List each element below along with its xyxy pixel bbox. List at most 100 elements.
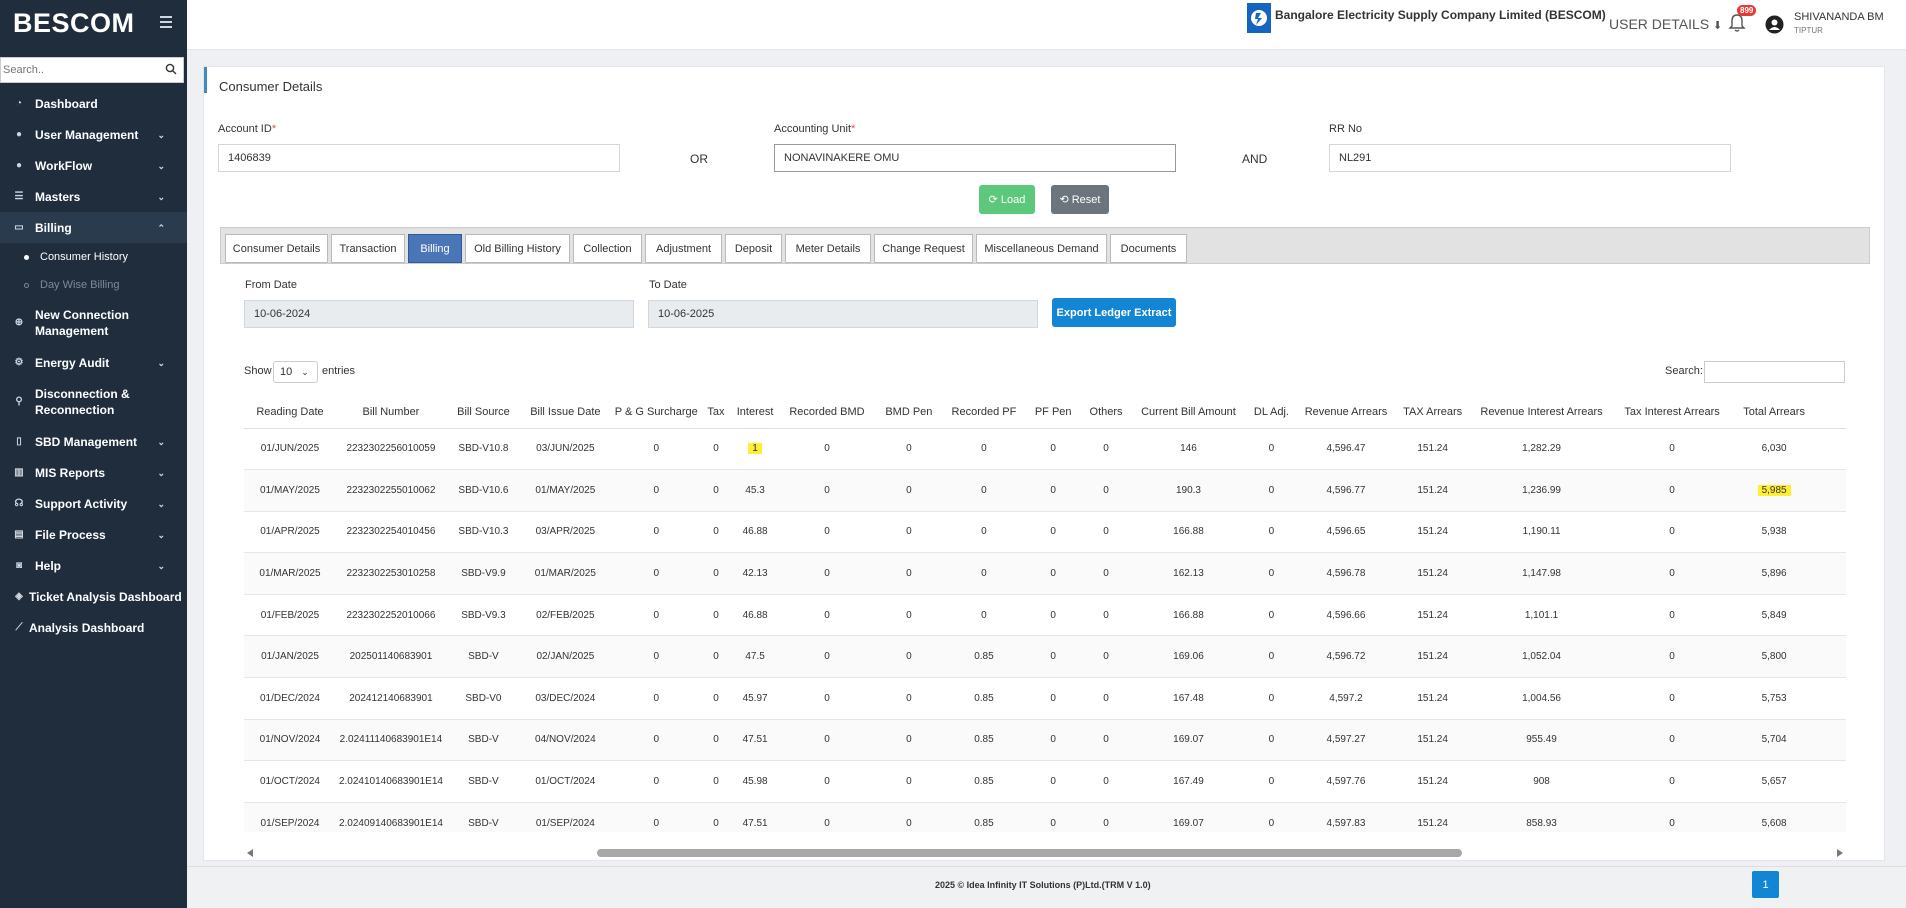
table-cell: 0 xyxy=(1615,719,1730,762)
table-cell: 0 xyxy=(1023,594,1084,637)
column-header[interactable]: Revenue Arrears xyxy=(1294,396,1398,429)
table-cell: 166.88 xyxy=(1128,594,1249,637)
export-ledger-button[interactable]: Export Ledger Extract xyxy=(1052,298,1176,327)
reset-button[interactable]: ⟲ Reset xyxy=(1051,185,1109,214)
column-header[interactable]: Others xyxy=(1083,396,1129,429)
tab-miscellaneous-demand[interactable]: Miscellaneous Demand xyxy=(976,234,1107,263)
entries-select[interactable]: 10 ⌄ xyxy=(273,361,318,383)
sidebar-subitem-day-wise-billing[interactable]: Day Wise Billing xyxy=(0,271,187,299)
scroll-left-icon[interactable] xyxy=(247,849,253,857)
sidebar-search xyxy=(0,57,184,83)
tab-transaction[interactable]: Transaction xyxy=(331,234,405,263)
menu-toggle-icon[interactable] xyxy=(160,16,172,28)
load-button[interactable]: ⟳ Load xyxy=(979,185,1035,214)
sidebar-item-mis-reports[interactable]: ▥ MIS Reports ⌄ xyxy=(0,457,187,488)
sidebar-item-sbd-management[interactable]: ▯ SBD Management ⌄ xyxy=(0,426,187,457)
table-cell: 0 xyxy=(872,469,945,512)
tab-change-request[interactable]: Change Request xyxy=(874,234,973,263)
tab-collection[interactable]: Collection xyxy=(573,234,642,263)
rr-no-input[interactable]: NL291 xyxy=(1329,144,1731,172)
column-header[interactable]: Revenue Interest Arrears xyxy=(1468,396,1615,429)
column-header[interactable]: Bill Number xyxy=(335,396,446,429)
tab-bar: Consumer Details Transaction Billing Old… xyxy=(220,227,1870,264)
table-cell: 202412140683901 xyxy=(335,677,446,720)
user-details-menu[interactable]: USER DETAILS ⬇ xyxy=(1609,16,1722,32)
column-header[interactable]: Bill Source xyxy=(445,396,521,429)
sidebar-subitem-consumer-history[interactable]: Consumer History xyxy=(0,243,187,271)
sidebar-item-file-process[interactable]: ▤ File Process ⌄ xyxy=(0,519,187,550)
pagination-page-1[interactable]: 1 xyxy=(1752,871,1779,898)
column-header[interactable]: Recorded BMD xyxy=(780,396,873,429)
table-cell: 0 xyxy=(944,511,1024,554)
table-cell: 151.24 xyxy=(1397,511,1469,554)
sidebar-item-energy-audit[interactable]: ⚙ Energy Audit ⌄ xyxy=(0,347,187,378)
tab-documents[interactable]: Documents xyxy=(1110,234,1187,263)
accounting-unit-select[interactable]: NONAVINAKERE OMU xyxy=(774,144,1176,172)
scrollbar-thumb[interactable] xyxy=(597,849,1462,857)
account-id-input[interactable]: 1406839 xyxy=(218,144,620,172)
table-cell: 151.24 xyxy=(1397,719,1469,762)
column-header[interactable]: Tax xyxy=(702,396,730,429)
table-cell: SBD-V xyxy=(445,635,521,679)
sidebar-item-workflow[interactable]: ● WorkFlow ⌄ xyxy=(0,150,187,181)
sidebar-item-disconnection[interactable]: ⚲ Disconnection & Reconnection xyxy=(0,378,187,426)
table-cell: 167.49 xyxy=(1128,760,1249,803)
column-header[interactable]: Recorded PF xyxy=(944,396,1024,429)
consumer-details-card: Consumer Details Account ID* 1406839 OR … xyxy=(203,66,1885,861)
tab-adjustment[interactable]: Adjustment xyxy=(645,234,722,263)
sidebar-item-billing[interactable]: ▭ Billing ⌃ xyxy=(0,212,187,243)
table-cell: 5,753 xyxy=(1729,677,1819,720)
user-avatar-icon[interactable] xyxy=(1765,15,1784,34)
table-cell: 0.85 xyxy=(944,719,1024,762)
bullet-icon xyxy=(24,282,29,288)
sidebar-item-analysis-dashboard[interactable]: ⟋ Analysis Dashboard xyxy=(0,612,187,643)
from-date-input[interactable]: 10-06-2024 xyxy=(244,300,634,328)
to-date-input[interactable]: 10-06-2025 xyxy=(648,300,1038,328)
table-cell: 0 xyxy=(702,635,730,679)
column-header[interactable]: Bill Issue Date xyxy=(520,396,610,429)
sidebar-item-ticket-analysis[interactable]: ◈ Ticket Analysis Dashboard xyxy=(0,581,187,612)
column-header[interactable]: PF Pen xyxy=(1023,396,1084,429)
table-cell: 0.85 xyxy=(944,802,1024,832)
column-header[interactable]: P & G Surcharge xyxy=(609,396,703,429)
column-header[interactable]: Tax Interest Arrears xyxy=(1615,396,1730,429)
sidebar-item-dashboard[interactable]: ◔ Dashboard xyxy=(0,88,187,119)
column-header[interactable]: DL Adj. xyxy=(1248,396,1295,429)
column-header[interactable]: BMD Pen xyxy=(872,396,945,429)
table-search-input[interactable] xyxy=(1704,361,1845,383)
sidebar-item-support-activity[interactable]: ☊ Support Activity ⌄ xyxy=(0,488,187,519)
column-header[interactable]: Reading Date xyxy=(244,396,336,429)
table-cell: 4,597.27 xyxy=(1294,719,1398,762)
table-cell: 45.98 xyxy=(729,760,781,803)
bell-icon[interactable] xyxy=(1728,13,1746,33)
car-icon: ◙ xyxy=(15,560,23,571)
column-header[interactable]: Total Arrears xyxy=(1729,396,1819,429)
sidebar-search-input[interactable] xyxy=(1,64,161,76)
tab-deposit[interactable]: Deposit xyxy=(725,234,782,263)
sidebar-item-masters[interactable]: ☰ Masters ⌄ xyxy=(0,181,187,212)
column-header[interactable]: Tot xyxy=(1819,396,1846,429)
search-icon[interactable] xyxy=(165,63,177,75)
user-icon: ● xyxy=(15,129,23,140)
tab-old-billing-history[interactable]: Old Billing History xyxy=(465,234,570,263)
tab-consumer-details[interactable]: Consumer Details xyxy=(225,234,328,263)
tab-meter-details[interactable]: Meter Details xyxy=(785,234,871,263)
table-cell: 0 xyxy=(1819,719,1846,762)
table-cell: 0 xyxy=(1615,428,1730,471)
table-cell: 5,938 xyxy=(1729,511,1819,554)
table-cell: 0 xyxy=(944,428,1024,471)
column-header[interactable]: Interest xyxy=(729,396,781,429)
sidebar-item-user-management[interactable]: ● User Management ⌄ xyxy=(0,119,187,150)
tab-billing[interactable]: Billing xyxy=(408,234,462,263)
column-header[interactable]: Current Bill Amount xyxy=(1128,396,1249,429)
horizontal-scrollbar[interactable] xyxy=(244,846,1846,860)
table-cell: 04/NOV/2024 xyxy=(520,719,610,762)
table-cell: 0 xyxy=(1083,594,1129,637)
table-cell: 4,596.66 xyxy=(1294,594,1398,637)
table-cell: 169.06 xyxy=(1128,635,1249,679)
sidebar-item-new-connection[interactable]: ⊕ New Connection Management xyxy=(0,299,187,347)
scroll-right-icon[interactable] xyxy=(1837,849,1843,857)
table-cell: 0 xyxy=(702,677,730,720)
sidebar-item-help[interactable]: ◙ Help ⌄ xyxy=(0,550,187,581)
column-header[interactable]: TAX Arrears xyxy=(1397,396,1469,429)
